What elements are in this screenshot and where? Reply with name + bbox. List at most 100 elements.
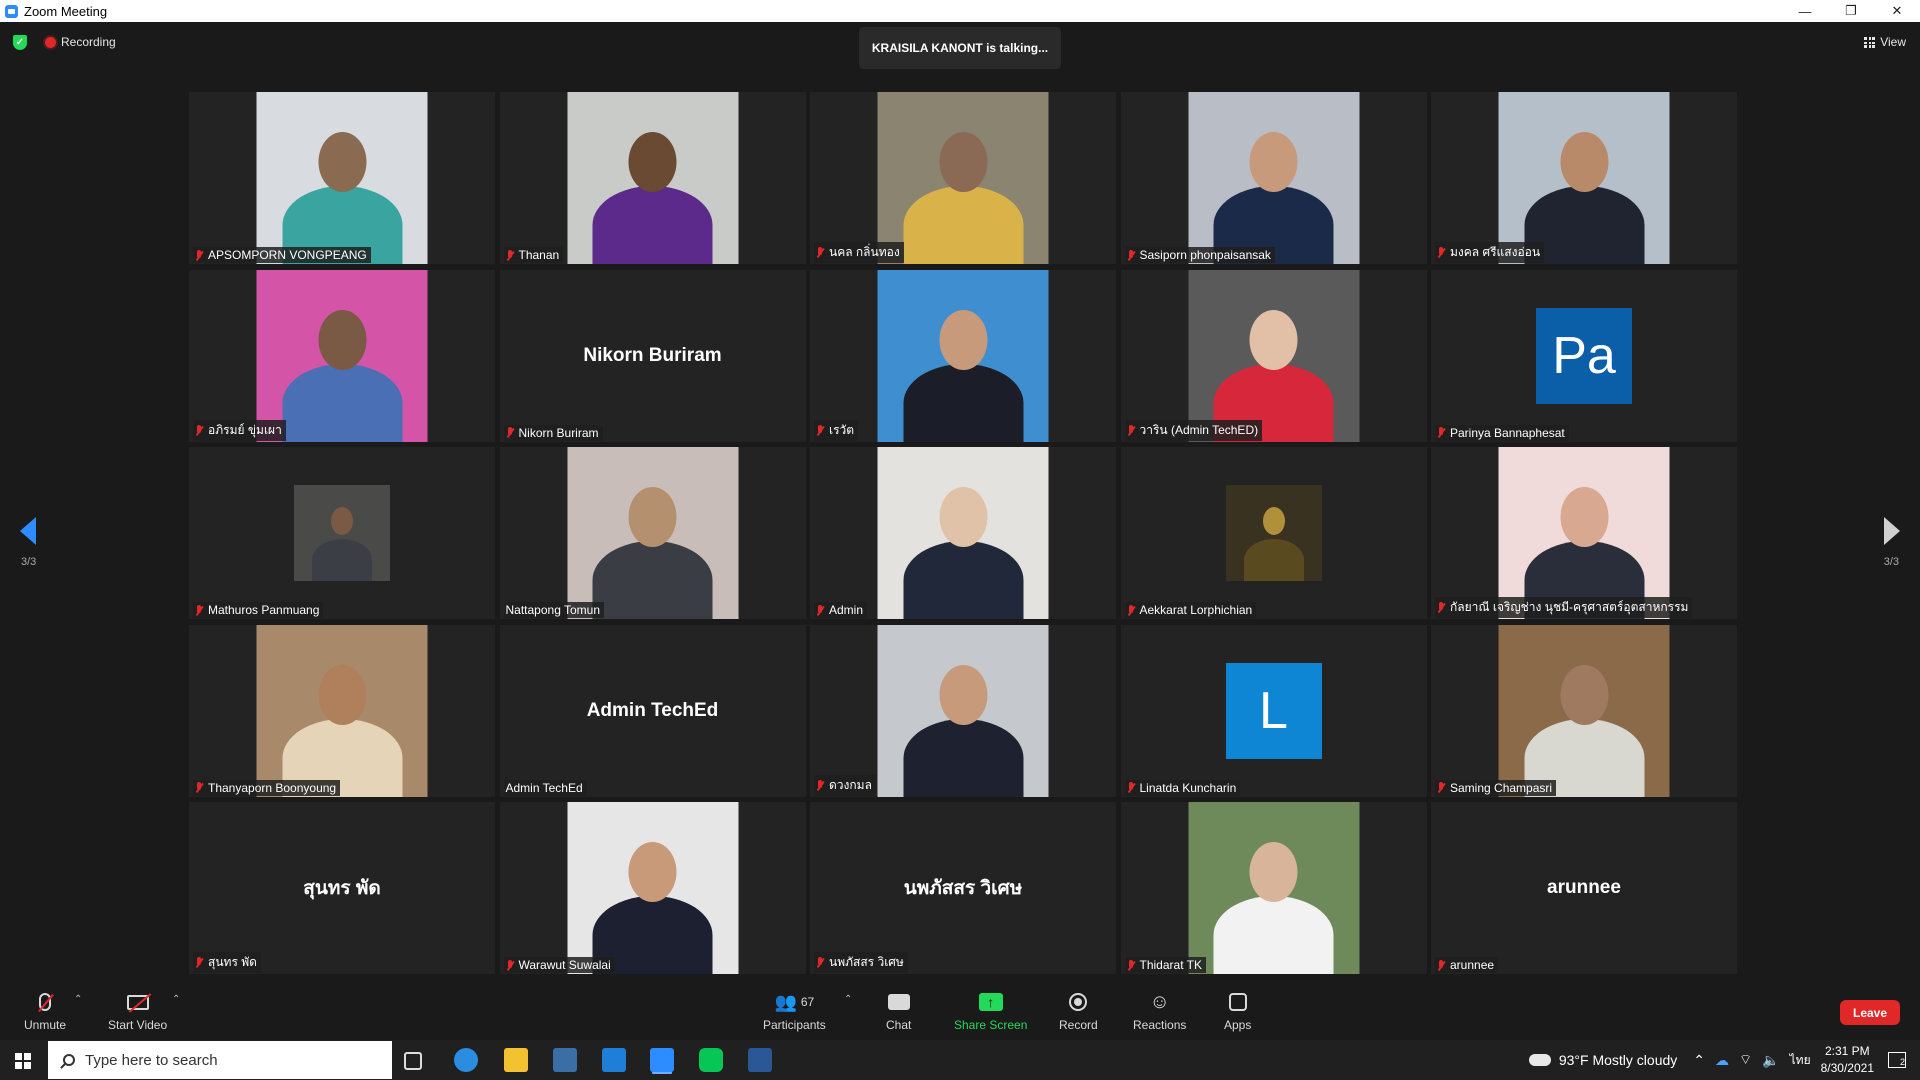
page-indicator-left: 3/3 bbox=[21, 556, 37, 568]
next-page-arrow-icon[interactable] bbox=[1884, 517, 1900, 545]
meeting-toolbar: Unmute ⌃ Start Video ⌃ 👥 67 Participants… bbox=[0, 978, 1920, 1040]
weather-cloud-icon bbox=[1528, 1054, 1551, 1066]
volume-icon[interactable]: 🔈 bbox=[1762, 1052, 1779, 1069]
weather-text[interactable]: 93°F Mostly cloudy bbox=[1559, 1052, 1677, 1068]
taskbar-search-box[interactable]: Type here to search bbox=[48, 1041, 392, 1079]
participant-video bbox=[1188, 269, 1359, 442]
minimize-button[interactable]: — bbox=[1782, 0, 1828, 22]
restore-button[interactable]: ❐ bbox=[1828, 0, 1874, 22]
unmute-button[interactable]: Unmute bbox=[24, 990, 66, 1032]
previous-page-arrow-icon[interactable] bbox=[20, 517, 36, 545]
zoom-taskbar-icon[interactable] bbox=[650, 1048, 674, 1072]
participant-tile[interactable]: มงคล ศรีแสงอ่อน bbox=[1431, 92, 1737, 264]
participant-name: APSOMPORN VONGPEANG bbox=[208, 248, 367, 262]
participants-button[interactable]: 👥 67 Participants bbox=[763, 990, 826, 1033]
participant-name-label: กัลยาณี เจริญช่าง นุชมี-ครุศาสตร์อุตสาหก… bbox=[1435, 597, 1693, 618]
search-icon bbox=[63, 1054, 75, 1066]
participant-tile[interactable]: Mathuros Panmuang bbox=[189, 447, 495, 619]
participant-name-label: Admin bbox=[814, 602, 868, 618]
mail-icon[interactable] bbox=[602, 1048, 626, 1072]
edge-browser-icon[interactable] bbox=[454, 1048, 478, 1072]
file-explorer-icon[interactable] bbox=[504, 1048, 528, 1072]
microsoft-store-icon[interactable] bbox=[553, 1048, 577, 1072]
participant-name: Admin bbox=[829, 603, 864, 617]
participant-tile[interactable]: เรวัต bbox=[810, 269, 1116, 442]
view-button[interactable]: View bbox=[1864, 35, 1906, 49]
chat-button[interactable]: Chat bbox=[886, 990, 911, 1032]
participant-name-label: Nattapong Tomun bbox=[503, 602, 605, 618]
word-icon[interactable] bbox=[748, 1048, 772, 1072]
participant-tile[interactable]: Thidarat TK bbox=[1120, 802, 1427, 974]
video-options-caret-icon[interactable]: ⌃ bbox=[172, 994, 180, 1005]
participant-tile[interactable]: กัลยาณี เจริญช่าง นุชมี-ครุศาสตร์อุตสาหก… bbox=[1431, 447, 1737, 619]
participant-name: Warawut Suwalai bbox=[518, 958, 611, 972]
windows-start-icon[interactable] bbox=[15, 1053, 31, 1069]
mic-muted-icon bbox=[195, 249, 203, 261]
participant-tile[interactable]: Saming Champasri bbox=[1431, 624, 1737, 797]
participant-tile[interactable]: อภิรมย์ ขุ่มเผา bbox=[189, 269, 495, 442]
share-screen-button[interactable]: ↑ Share Screen bbox=[954, 990, 1027, 1032]
start-video-label: Start Video bbox=[108, 1018, 168, 1032]
network-icon[interactable]: ⌔ bbox=[1739, 1051, 1752, 1069]
task-view-icon[interactable] bbox=[404, 1052, 422, 1070]
participant-tile[interactable]: นคล กลิ่นทอง bbox=[810, 92, 1116, 264]
audio-options-caret-icon[interactable]: ⌃ bbox=[74, 994, 82, 1005]
participant-tile[interactable]: Nattapong Tomun bbox=[499, 447, 806, 619]
encryption-shield-icon[interactable]: ✓ bbox=[13, 35, 27, 50]
system-tray: 93°F Mostly cloudy ⌃ ☁ ⌔ 🔈 ไทย 2:31 PM 8… bbox=[1528, 1040, 1920, 1080]
participant-name: มงคล ศรีแสงอ่อน bbox=[1450, 245, 1541, 259]
participant-video bbox=[567, 802, 738, 974]
onedrive-icon[interactable]: ☁ bbox=[1715, 1052, 1729, 1069]
clock-date: 8/30/2021 bbox=[1820, 1061, 1874, 1075]
recording-indicator[interactable]: Recording bbox=[45, 35, 116, 49]
participant-tile[interactable]: Warawut Suwalai bbox=[499, 802, 806, 974]
participant-tile[interactable]: สุนทร พัด สุนทร พัด bbox=[189, 802, 495, 974]
view-label: View bbox=[1880, 35, 1906, 49]
participant-video bbox=[877, 447, 1049, 619]
participant-name-label: สุนทร พัด bbox=[193, 952, 261, 973]
chat-label: Chat bbox=[886, 1018, 912, 1032]
record-button[interactable]: Record bbox=[1059, 990, 1098, 1032]
participant-name-label: Mathuros Panmuang bbox=[193, 602, 324, 618]
microphone-muted-icon bbox=[39, 993, 52, 1011]
active-speaker-banner: KRAISILA KANONT is talking... bbox=[859, 27, 1061, 69]
mic-muted-icon bbox=[816, 779, 824, 791]
start-video-button[interactable]: Start Video bbox=[108, 990, 167, 1032]
participant-tile[interactable]: นพภัสสร วิเศษ นพภัสสร วิเศษ bbox=[810, 802, 1116, 974]
participant-video bbox=[877, 269, 1049, 442]
participant-video bbox=[256, 92, 428, 264]
participant-tile[interactable]: Nikorn Buriram Nikorn Buriram bbox=[499, 269, 806, 442]
participant-tile[interactable]: Thanan bbox=[499, 92, 806, 264]
participants-options-caret-icon[interactable]: ⌃ bbox=[844, 994, 852, 1005]
close-button[interactable]: ✕ bbox=[1874, 0, 1920, 22]
participant-tile[interactable]: Pa Parinya Bannaphesat bbox=[1431, 269, 1737, 442]
apps-button[interactable]: Apps bbox=[1224, 990, 1251, 1032]
participant-display-name: arunnee bbox=[1547, 877, 1621, 898]
participant-tile[interactable]: Admin TechEd Admin TechEd bbox=[499, 624, 806, 797]
leave-button[interactable]: Leave bbox=[1840, 1000, 1900, 1025]
chat-bubble-icon bbox=[887, 994, 910, 1010]
window-title: Zoom Meeting bbox=[24, 3, 108, 19]
mic-muted-icon bbox=[816, 424, 824, 436]
participant-tile[interactable]: arunnee arunnee bbox=[1431, 802, 1737, 974]
reactions-button[interactable]: ☺ Reactions bbox=[1133, 990, 1186, 1033]
participant-name: นพภัสสร วิเศษ bbox=[829, 955, 904, 969]
participant-tile[interactable]: Admin bbox=[810, 447, 1116, 619]
notification-center-icon[interactable]: 2 bbox=[1888, 1052, 1906, 1068]
participant-tile[interactable]: L Linatda Kuncharin bbox=[1120, 624, 1427, 797]
participant-tile[interactable]: Thanyaporn Boonyoung bbox=[189, 624, 495, 797]
taskbar-clock[interactable]: 2:31 PM 8/30/2021 bbox=[1821, 1043, 1874, 1077]
mic-muted-icon bbox=[1127, 782, 1135, 793]
participant-tile[interactable]: ดวงกมล bbox=[810, 624, 1116, 797]
window-titlebar: Zoom Meeting — ❐ ✕ bbox=[0, 0, 1920, 22]
participant-tile[interactable]: วาริน (Admin TechED) bbox=[1120, 269, 1427, 442]
participant-video bbox=[567, 447, 738, 619]
language-indicator[interactable]: ไทย bbox=[1790, 1051, 1811, 1070]
participant-tile[interactable]: Aekkarat Lorphichian bbox=[1120, 447, 1427, 619]
participant-tile[interactable]: APSOMPORN VONGPEANG bbox=[189, 92, 495, 264]
tray-chevron-icon[interactable]: ⌃ bbox=[1693, 1052, 1705, 1069]
line-app-icon[interactable] bbox=[699, 1048, 723, 1072]
participant-tile[interactable]: Sasiporn phonpaisansak bbox=[1120, 92, 1427, 264]
participant-name: ดวงกมล bbox=[829, 777, 872, 792]
participant-name-label: Aekkarat Lorphichian bbox=[1124, 602, 1257, 618]
